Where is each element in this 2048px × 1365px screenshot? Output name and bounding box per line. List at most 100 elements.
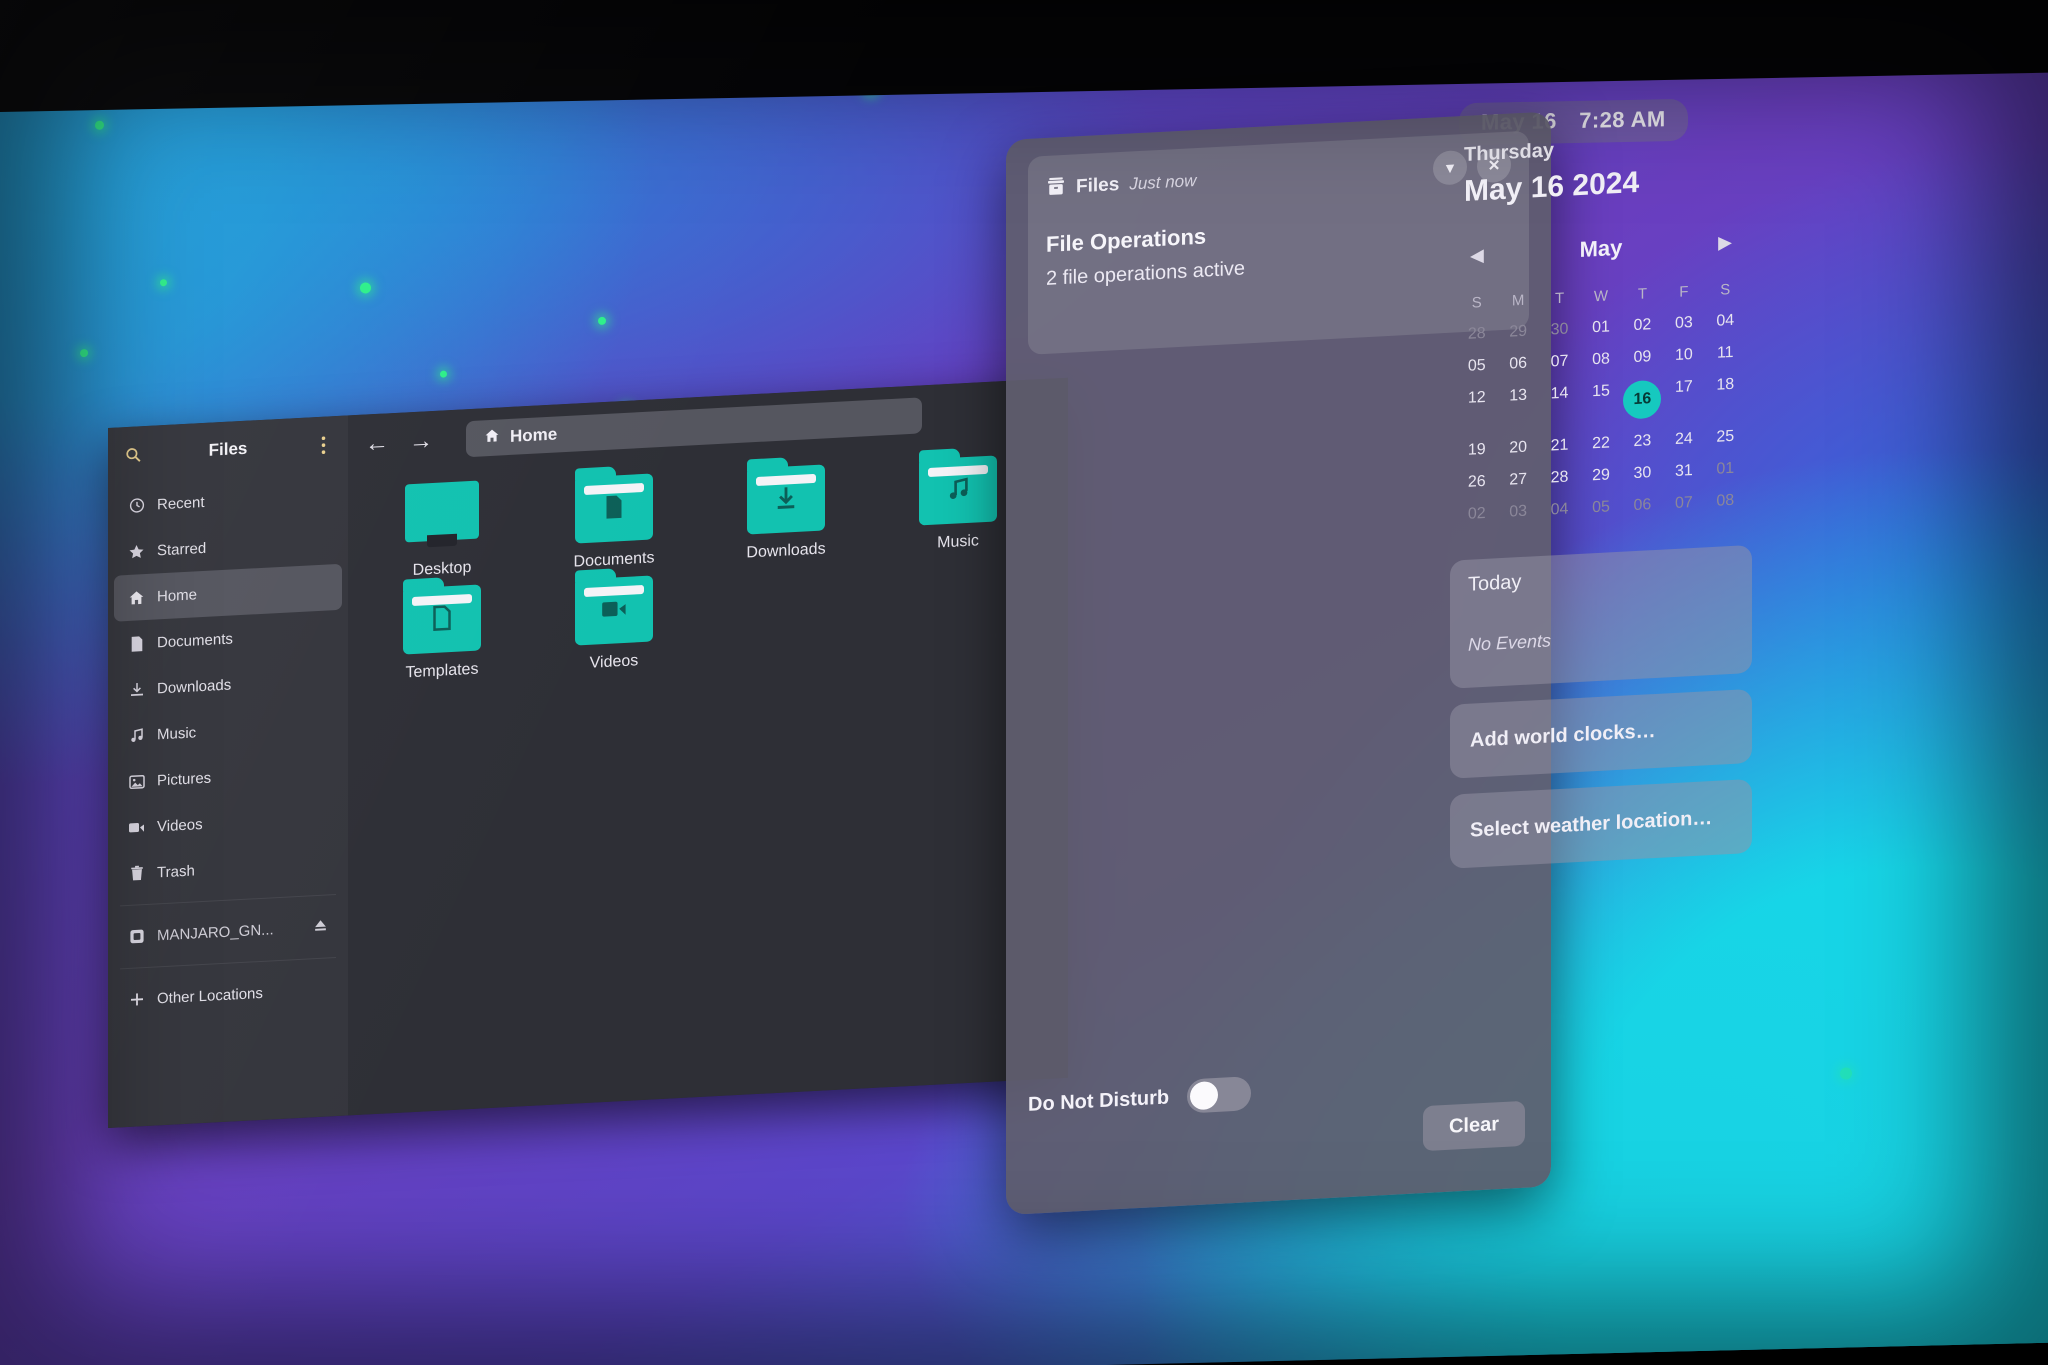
calendar-day-label: 30 — [1550, 320, 1569, 339]
calendar-day-label: 29 — [1509, 322, 1528, 341]
search-icon[interactable] — [122, 443, 144, 466]
folder-item[interactable]: Videos — [554, 574, 674, 674]
forward-button[interactable]: → — [408, 427, 434, 456]
calendar-day-label: 05 — [1467, 356, 1486, 375]
calendar-day[interactable]: 29 — [1580, 466, 1621, 486]
calendar-day-label: 08 — [1716, 491, 1735, 510]
calendar-day[interactable]: 02 — [1622, 316, 1663, 336]
folder-grid: Desktop Documents Downloads Music Templa… — [348, 438, 1068, 686]
calendar-day[interactable]: 30 — [1539, 320, 1580, 340]
clock-icon — [128, 497, 145, 515]
calendar-day[interactable]: 30 — [1622, 464, 1663, 484]
calendar-weekday-header: T — [1554, 289, 1565, 308]
sidebar-item-label: Starred — [157, 539, 207, 559]
music-folder-icon — [919, 455, 997, 526]
calendar-day[interactable]: 03 — [1497, 502, 1538, 522]
calendar-day[interactable]: 08 — [1705, 491, 1746, 511]
calendar-day-label: 16 — [1623, 379, 1662, 420]
calendar-day[interactable]: 04 — [1539, 500, 1580, 520]
wallpaper-dot — [80, 348, 88, 358]
calendar-day[interactable]: 28 — [1456, 324, 1497, 344]
calendar-day-label: 24 — [1674, 430, 1693, 448]
notification-app-name: Files — [1076, 174, 1120, 198]
calendar-day[interactable]: 21 — [1539, 436, 1580, 456]
calendar-day-label: 06 — [1633, 496, 1652, 515]
calendar-day[interactable]: 07 — [1539, 352, 1580, 372]
calendar-day[interactable]: 06 — [1622, 496, 1663, 516]
calendar-day[interactable]: 24 — [1663, 429, 1704, 449]
folder-label: Desktop — [412, 558, 472, 580]
star-icon — [128, 543, 145, 561]
calendar-day[interactable]: 13 — [1497, 386, 1538, 426]
desktop-folder-icon — [403, 480, 481, 552]
chevron-right-icon[interactable]: ▶ — [1718, 231, 1732, 253]
sidebar-item-device[interactable]: MANJARO_GN... — [114, 903, 342, 961]
calendar-day-label: 07 — [1674, 494, 1693, 512]
home-icon — [128, 589, 145, 607]
calendar-day[interactable]: 09 — [1622, 348, 1663, 368]
calendar-day[interactable]: 01 — [1580, 318, 1621, 338]
desktop-screen: May 16 7:28 AM Files Recent — [0, 0, 2048, 1365]
folder-item[interactable]: Templates — [382, 583, 502, 683]
calendar-day[interactable]: 18 — [1705, 375, 1746, 415]
wallpaper-dot — [440, 370, 447, 378]
calendar-day[interactable]: 02 — [1456, 504, 1497, 524]
calendar-day[interactable]: 12 — [1456, 388, 1497, 428]
calendar-day[interactable]: 03 — [1663, 313, 1704, 333]
wallpaper-dot — [160, 279, 167, 287]
calendar-day[interactable]: 07 — [1663, 493, 1704, 513]
sidebar-item-label: Trash — [157, 861, 195, 881]
back-button[interactable]: ← — [364, 429, 390, 458]
menu-icon[interactable] — [312, 433, 334, 456]
sidebar-item-label: Home — [157, 585, 198, 605]
calendar-day[interactable]: 28 — [1539, 468, 1580, 488]
calendar-day-label: 15 — [1592, 382, 1610, 401]
folder-item[interactable]: Downloads — [726, 463, 846, 563]
calendar-day[interactable]: 14 — [1539, 384, 1580, 424]
calendar-day[interactable]: 31 — [1663, 461, 1704, 481]
calendar-day[interactable]: 29 — [1497, 322, 1538, 342]
calendar-day[interactable]: 15 — [1580, 382, 1621, 422]
events-card: Today No Events — [1450, 544, 1752, 689]
calendar-day-label: 29 — [1592, 466, 1610, 485]
calendar-day[interactable]: 06 — [1497, 354, 1538, 374]
folder-item[interactable]: Music — [898, 454, 1018, 554]
calendar-day[interactable]: 26 — [1456, 472, 1497, 492]
calendar-month-label: May — [1579, 234, 1623, 262]
do-not-disturb-label: Do Not Disturb — [1028, 1085, 1170, 1116]
do-not-disturb-row[interactable]: Do Not Disturb — [1028, 1076, 1252, 1122]
folder-item[interactable]: Desktop — [382, 480, 502, 581]
calendar-day[interactable]: 27 — [1497, 470, 1538, 490]
calendar-day[interactable]: 10 — [1663, 345, 1704, 365]
calendar-day[interactable]: 08 — [1580, 350, 1621, 370]
add-world-clocks-button[interactable]: Add world clocks… — [1450, 688, 1752, 779]
calendar-day-label: 28 — [1467, 324, 1486, 343]
calendar-day[interactable]: 19 — [1456, 440, 1497, 460]
calendar-day[interactable]: 04 — [1705, 311, 1746, 331]
calendar-weekday-header: W — [1593, 287, 1609, 306]
eject-icon[interactable] — [313, 917, 328, 936]
videos-folder-icon — [575, 575, 653, 646]
calendar-day-label: 02 — [1467, 504, 1486, 523]
calendar-day-today[interactable]: 16 — [1622, 379, 1663, 420]
calendar-day[interactable]: 11 — [1705, 343, 1746, 363]
folder-item[interactable]: Documents — [554, 472, 674, 572]
calendar-day-label: 31 — [1674, 462, 1693, 480]
chevron-left-icon[interactable]: ◀ — [1470, 244, 1484, 266]
files-sidebar: Files Recent Starred Home Documents Down… — [108, 415, 348, 1128]
calendar-day-label: 08 — [1592, 350, 1610, 369]
calendar-day-label: 13 — [1509, 386, 1528, 405]
calendar-day[interactable]: 01 — [1705, 459, 1746, 479]
select-weather-location-button[interactable]: Select weather location… — [1450, 778, 1752, 869]
calendar-day[interactable]: 23 — [1622, 432, 1663, 452]
calendar-day[interactable]: 22 — [1580, 434, 1621, 454]
wallpaper-dot — [598, 316, 606, 325]
sidebar-item-other-locations[interactable]: Other Locations — [114, 966, 342, 1024]
calendar-day[interactable]: 17 — [1663, 377, 1704, 417]
calendar-day[interactable]: 25 — [1705, 427, 1746, 447]
do-not-disturb-toggle[interactable] — [1187, 1076, 1252, 1114]
folder-label: Downloads — [746, 540, 826, 562]
calendar-day[interactable]: 05 — [1456, 356, 1497, 376]
calendar-day[interactable]: 05 — [1580, 498, 1621, 518]
calendar-day[interactable]: 20 — [1497, 438, 1538, 458]
